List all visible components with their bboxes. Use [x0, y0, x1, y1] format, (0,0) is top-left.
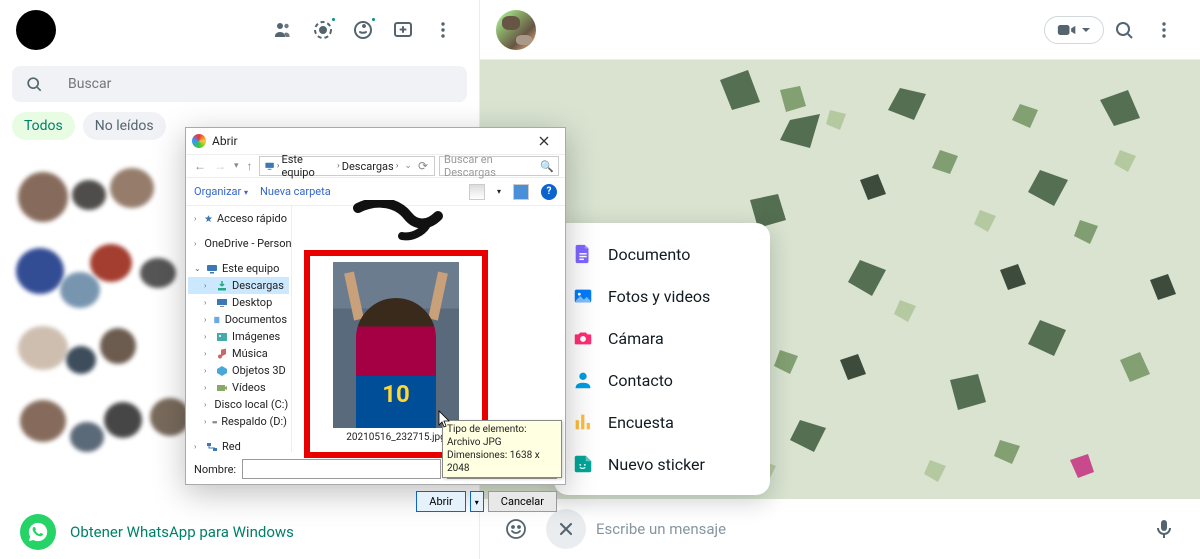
nav-forward[interactable]: → — [212, 159, 228, 173]
dialog-title: Abrir — [212, 134, 238, 148]
organize-dropdown[interactable]: Organizar ▾ — [194, 185, 248, 198]
view-mode-2[interactable] — [513, 184, 529, 200]
filename-label: 20210516_232715.jpg — [346, 432, 445, 443]
path-dropdown[interactable]: ⌄ — [402, 161, 414, 171]
menu-icon[interactable] — [423, 10, 463, 50]
nav-back[interactable]: ← — [192, 159, 208, 173]
cancel-button[interactable]: Cancelar — [488, 491, 557, 512]
cursor-icon — [438, 410, 450, 428]
contact-icon — [572, 369, 594, 391]
contact-avatar[interactable] — [496, 10, 536, 50]
tree-quick-access[interactable]: ›Acceso rápido — [188, 210, 289, 227]
file-preview-image: 10 — [333, 262, 459, 428]
dialog-titlebar[interactable]: Abrir — [186, 128, 565, 154]
own-avatar[interactable] — [16, 10, 56, 50]
filter-unread[interactable]: No leídos — [83, 112, 166, 140]
banner-text: Obtener WhatsApp para Windows — [70, 523, 294, 541]
tree-music[interactable]: ›Música — [188, 345, 289, 362]
attach-document-label: Documento — [608, 245, 690, 264]
sticker-icon — [572, 453, 594, 475]
dialog-search[interactable]: Buscar en Descargas 🔍 — [439, 156, 559, 176]
close-button[interactable] — [529, 131, 559, 151]
filter-all[interactable]: Todos — [12, 112, 75, 140]
path-seg-1[interactable]: Descargas — [342, 160, 394, 173]
conversation-header — [480, 0, 1200, 60]
path-seg-0[interactable]: Este equipo — [281, 153, 335, 179]
attach-camera-label: Cámara — [608, 329, 664, 348]
search-icon — [24, 74, 44, 94]
tree-network[interactable]: ›Red — [188, 438, 289, 452]
tree-this-pc[interactable]: ⌄Este equipo — [188, 260, 289, 277]
folder-tree[interactable]: ›Acceso rápido ›OneDrive - Personal ⌄Est… — [186, 206, 292, 452]
pc-icon — [264, 160, 275, 172]
attach-camera[interactable]: Cámara — [554, 317, 770, 359]
message-input[interactable]: Escribe un mensaje — [596, 520, 1134, 538]
nav-up[interactable]: ↑ — [245, 159, 255, 173]
help-button[interactable]: ? — [541, 184, 557, 200]
search-in-chat-icon[interactable] — [1104, 10, 1144, 50]
dialog-content[interactable]: 10 20210516_232715.jpg Tipo de elemento:… — [292, 206, 565, 452]
attach-photos-label: Fotos y videos — [608, 287, 710, 306]
left-header — [0, 0, 479, 60]
dialog-search-placeholder: Buscar en Descargas — [444, 153, 540, 179]
dialog-body: ›Acceso rápido ›OneDrive - Personal ⌄Est… — [186, 206, 565, 452]
filename-field-label: Nombre: — [194, 463, 236, 476]
open-button[interactable]: Abrir — [416, 491, 465, 512]
nav-recent-dropdown[interactable]: ▾ — [232, 161, 241, 171]
conversation-menu-icon[interactable] — [1144, 10, 1184, 50]
partial-thumbnail[interactable] — [348, 200, 458, 242]
compose-bar: Escribe un mensaje — [480, 499, 1200, 559]
video-call-button[interactable] — [1044, 16, 1104, 44]
view-mode-1[interactable] — [469, 184, 485, 200]
tree-onedrive[interactable]: ›OneDrive - Personal — [188, 235, 289, 252]
chrome-app-icon — [192, 134, 206, 148]
new-chat-icon[interactable] — [383, 10, 423, 50]
communities-icon[interactable] — [263, 10, 303, 50]
attach-document[interactable]: Documento — [554, 233, 770, 275]
search-input[interactable] — [68, 76, 455, 92]
dialog-nav-bar: ← → ▾ ↑ › Este equipo › Descargas › ⌄ ⟳ … — [186, 154, 565, 178]
dialog-actions: Abrir▾ Cancelar — [186, 486, 565, 516]
search-bar — [0, 60, 479, 108]
new-folder-button[interactable]: Nueva carpeta — [260, 185, 331, 198]
filename-input[interactable] — [242, 459, 441, 479]
tree-downloads[interactable]: ›Descargas — [188, 277, 289, 294]
camera-icon — [572, 327, 594, 349]
channels-icon[interactable] — [343, 10, 383, 50]
attachment-menu: Documento Fotos y videos Cámara Contacto… — [554, 223, 770, 495]
file-open-dialog: Abrir ← → ▾ ↑ › Este equipo › Descargas … — [185, 127, 566, 485]
attach-sticker[interactable]: Nuevo sticker — [554, 443, 770, 485]
attach-poll[interactable]: Encuesta — [554, 401, 770, 443]
tree-objects-3d[interactable]: ›Objetos 3D — [188, 362, 289, 379]
whatsapp-logo-icon — [20, 514, 56, 550]
breadcrumb-path[interactable]: › Este equipo › Descargas › ⌄ ⟳ — [259, 156, 435, 176]
whatsapp-web-app: Todos No leídos — [0, 0, 1200, 559]
search-box[interactable] — [12, 66, 467, 102]
chevron-down-icon — [1081, 25, 1091, 35]
status-icon[interactable] — [303, 10, 343, 50]
poll-icon — [572, 411, 594, 433]
tree-images[interactable]: ›Imágenes — [188, 328, 289, 345]
tree-videos[interactable]: ›Vídeos — [188, 379, 289, 396]
attach-photos-videos[interactable]: Fotos y videos — [554, 275, 770, 317]
attach-contact-label: Contacto — [608, 371, 673, 390]
attach-sticker-label: Nuevo sticker — [608, 455, 705, 474]
camera-icon — [1057, 23, 1077, 37]
document-icon — [572, 243, 594, 265]
tree-desktop[interactable]: ›Desktop — [188, 294, 289, 311]
tree-disk-d[interactable]: ›Respaldo (D:) — [188, 413, 289, 430]
tree-disk-c[interactable]: ›Disco local (C:) — [188, 396, 289, 413]
image-icon — [572, 285, 594, 307]
open-button-dropdown[interactable]: ▾ — [470, 491, 484, 512]
attach-poll-label: Encuesta — [608, 413, 674, 432]
attach-contact[interactable]: Contacto — [554, 359, 770, 401]
tree-documents[interactable]: ›Documentos — [188, 311, 289, 328]
file-tooltip: Tipo de elemento: Archivo JPG Dimensione… — [442, 420, 562, 478]
path-refresh[interactable]: ⟳ — [416, 159, 430, 173]
mic-button[interactable] — [1144, 509, 1184, 549]
